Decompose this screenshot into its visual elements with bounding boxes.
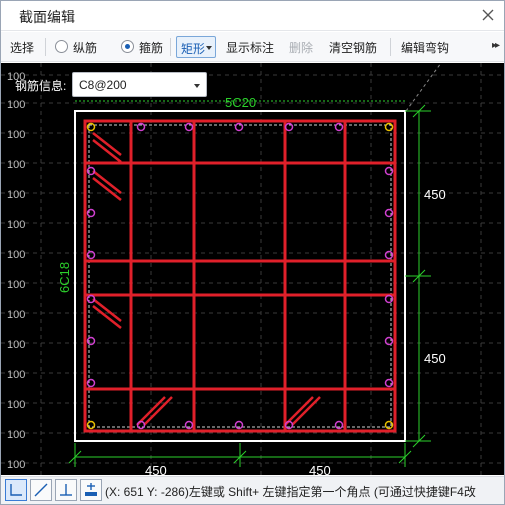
line-snap-icon[interactable]	[30, 479, 52, 501]
grid-label: 100	[7, 189, 25, 201]
longitudinal-radio[interactable]	[55, 40, 68, 53]
dimension-text-right-lower: 450	[424, 351, 446, 366]
chevron-down-icon	[194, 84, 200, 88]
rebar-info-value: C8@200	[79, 78, 127, 92]
toolbar-divider	[45, 38, 46, 56]
delete-button[interactable]: 删除	[289, 39, 313, 56]
longitudinal-label[interactable]: 纵筋	[73, 39, 97, 56]
ortho-snap-icon[interactable]	[5, 479, 27, 501]
clear-rebar-button[interactable]: 清空钢筋	[329, 39, 377, 56]
rebar-layer	[86, 122, 394, 430]
status-bar: (X: 651 Y: -286)左键或 Shift+ 左键指定第一个角点 (可通…	[1, 476, 504, 504]
stirrup-hook	[291, 396, 321, 426]
grid-label: 100	[7, 339, 25, 351]
shape-dropdown[interactable]: 矩形	[176, 36, 216, 58]
side-rebar-label[interactable]: 6C18	[57, 262, 72, 293]
grid-label: 100	[7, 369, 25, 381]
stirrup-label[interactable]: 箍筋	[139, 39, 163, 56]
section-outline	[74, 110, 406, 442]
chevron-down-icon	[206, 46, 212, 50]
dimension-text-bottom-left: 450	[145, 463, 167, 475]
stirrup-layer	[83, 119, 397, 433]
status-message: (X: 651 Y: -286)左键或 Shift+ 左键指定第一个角点 (可通…	[105, 485, 476, 499]
grid-label: 100	[7, 309, 25, 321]
toolbar: 选择 纵筋 箍筋 矩形 显示标注 删除 清空钢筋 编辑弯钩 ▸▸	[1, 32, 504, 62]
rebar-info-label: 钢筋信息:	[15, 79, 67, 93]
dimension-text-bottom-right: 450	[309, 463, 331, 475]
perpendicular-snap-icon[interactable]	[55, 479, 77, 501]
grid-label: 100	[7, 129, 25, 141]
dimension-layer	[68, 100, 431, 467]
construction-line	[405, 63, 442, 112]
grid-label: 100	[7, 219, 25, 231]
section-editor-window: 截面编辑 选择 纵筋 箍筋 矩形 显示标注 删除 清空钢筋 编辑弯钩 ▸▸ 10…	[0, 0, 505, 505]
grid-label: 100	[7, 429, 25, 441]
select-button[interactable]: 选择	[10, 39, 34, 56]
chevron-double-right-icon[interactable]: ▸▸	[492, 40, 500, 51]
grid-label: 100	[7, 159, 25, 171]
grid-label-layer: 1001001001001001001001001001001001001001…	[7, 71, 25, 471]
grid-layer	[1, 63, 504, 475]
edit-hook-button[interactable]: 编辑弯钩	[401, 39, 449, 56]
section-drawing[interactable]: 1001001001001001001001001001001001001001…	[1, 63, 504, 475]
drawing-canvas[interactable]: 100 100 100 100 100 100 100 100 100 100 100 100 100 1…	[1, 63, 504, 475]
title-bar: 截面编辑	[1, 1, 504, 31]
stirrup-hook	[143, 396, 173, 426]
shape-value: 矩形	[181, 42, 206, 56]
dimension-text-right-upper: 450	[424, 187, 446, 202]
grid-label: 100	[7, 249, 25, 261]
toolbar-divider	[390, 38, 391, 56]
rebar-info-select[interactable]: C8@200	[72, 72, 207, 97]
window-title: 截面编辑	[19, 9, 75, 25]
close-icon[interactable]	[480, 7, 496, 23]
show-annotation-button[interactable]: 显示标注	[226, 39, 274, 56]
grid-label: 100	[7, 279, 25, 291]
stirrup-radio[interactable]	[121, 40, 134, 53]
grid-label: 100	[7, 399, 25, 411]
grid-label: 100	[7, 99, 25, 111]
point-snap-icon[interactable]	[80, 479, 102, 501]
grid-label: 100	[7, 459, 25, 471]
toolbar-divider	[170, 38, 171, 56]
top-rebar-label[interactable]: 5C20	[225, 95, 256, 110]
